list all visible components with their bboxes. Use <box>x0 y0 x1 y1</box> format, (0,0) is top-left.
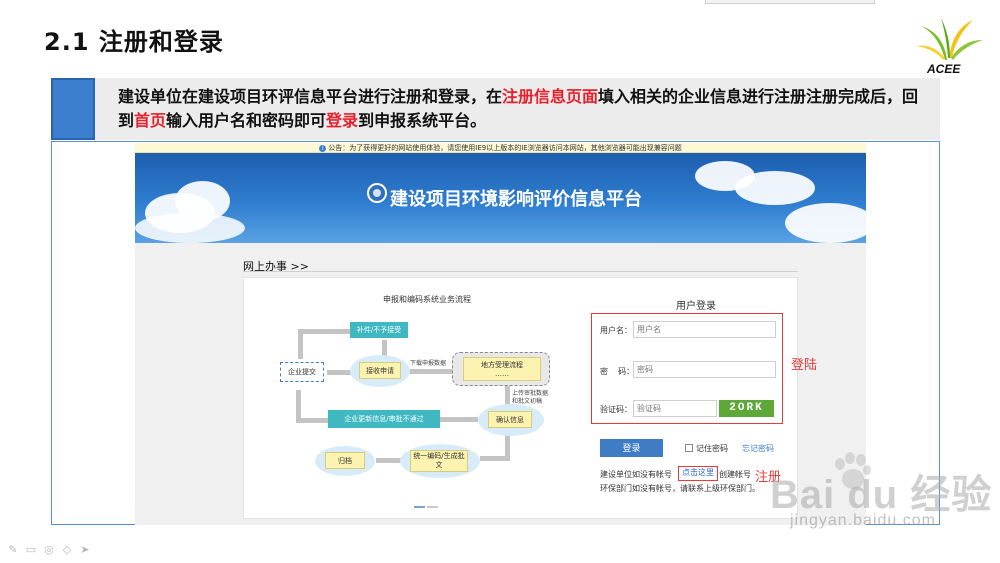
flow-node-receive: 接收申请 <box>359 362 401 379</box>
captcha-label: 验证码： <box>600 405 632 414</box>
cloud-right-2 <box>735 171 815 205</box>
top-right-frame <box>705 0 875 4</box>
login-title: 用户登录 <box>676 301 716 312</box>
username-label: 用户名： <box>600 326 632 335</box>
register-prefix: 建设单位如没有帐号 <box>600 470 672 479</box>
captcha-input[interactable] <box>633 400 717 417</box>
register-suffix: 创建帐号 <box>719 470 751 479</box>
baidu-watermark-url: jingyan.baidu.com <box>790 512 936 529</box>
carousel-dot-1[interactable] <box>414 506 425 508</box>
eraser-icon[interactable]: ◇ <box>60 543 74 557</box>
cursor-icon[interactable]: ◎ <box>42 543 56 557</box>
desc-part-4: 到申报系统平台。 <box>358 111 487 130</box>
presenter-toolbar: ✎ ▭ ◎ ◇ ➤ <box>6 543 92 557</box>
flow-arrow-update <box>440 417 478 422</box>
banner-title: 建设项目环境影响评价信息平台 <box>390 189 642 210</box>
flow-arrow-bottom-left <box>296 418 330 423</box>
section-divider <box>243 271 798 272</box>
slides-icon[interactable]: ▭ <box>24 543 38 557</box>
pen-icon[interactable]: ✎ <box>6 543 20 557</box>
register-link[interactable]: 点击这里 <box>678 466 718 481</box>
flow-node-update-info: 企业更新信息/审批不通过 <box>328 410 440 428</box>
slide-title: 2.1 注册和登录 <box>44 28 224 56</box>
description-text: 建设单位在建设项目环评信息平台进行注册和登录，在注册信息页面填入相关的企业信息进… <box>118 85 928 133</box>
cloud-left-3 <box>135 213 245 243</box>
flow-arrow-local-down <box>505 386 510 406</box>
desc-part-1: 建设单位在建设项目环评信息平台进行注册和登录，在 <box>118 87 503 106</box>
flow-arrow-left-down <box>298 329 303 359</box>
emblem-icon <box>367 183 387 203</box>
flow-label-download: 下载申报数据 <box>410 360 447 367</box>
flow-node-local-review: 地方受理流程 …… <box>463 357 541 381</box>
flow-arrow-to-local <box>408 369 454 374</box>
carousel-dot-2[interactable] <box>427 506 438 508</box>
forgot-password-link[interactable]: 忘记密码 <box>742 443 774 454</box>
flow-node-confirm: 确认信息 <box>488 411 532 428</box>
login-button[interactable]: 登录 <box>600 439 663 457</box>
site-banner: 建设项目环境影响评价信息平台 <box>135 153 866 243</box>
cloud-right-3 <box>785 203 866 243</box>
annotation-login: 登陆 <box>791 358 818 373</box>
username-input[interactable] <box>633 321 776 338</box>
desc-part-3: 输入用户名和密码即可 <box>166 111 327 130</box>
captcha-image[interactable]: 2ORK <box>719 400 774 417</box>
info-icon: i <box>319 144 327 152</box>
remember-label[interactable]: 记住密码 <box>696 443 728 454</box>
desc-highlight-login: 登录 <box>326 111 359 130</box>
remember-checkbox[interactable] <box>685 444 693 452</box>
password-label: 密 码： <box>600 367 635 376</box>
flow-node-generate: 统一编码/生成批文 <box>410 450 468 472</box>
desc-highlight-register-page: 注册信息页面 <box>502 87 599 106</box>
local-review-label: 地方受理流程 <box>481 361 523 369</box>
site-notice-bar: i 公告：为了获得更好的网站使用体验，请您使用IE9以上版本的IE浏览器访问本网站… <box>135 143 866 153</box>
flow-node-supplement: 补件/不予接受 <box>350 322 408 338</box>
flow-title: 申报和编码系统业务流程 <box>383 295 471 304</box>
password-input[interactable] <box>633 361 776 378</box>
local-review-sub: …… <box>495 370 509 378</box>
flow-node-enterprise-submit: 企业提交 <box>280 362 324 382</box>
env-dept-note: 环保部门如没有帐号，请联系上级环保部门。 <box>600 484 760 493</box>
arrow-icon[interactable]: ➤ <box>78 543 92 557</box>
flow-arrow-top <box>300 329 352 334</box>
flow-arrow-receive-down <box>382 340 387 356</box>
desc-highlight-home: 首页 <box>134 111 167 130</box>
accent-block <box>51 78 95 140</box>
flow-arrow-to-generate <box>480 456 510 461</box>
logo-text: ACEE <box>927 62 961 76</box>
flow-node-archive: 归档 <box>325 452 365 469</box>
carousel-dots[interactable] <box>414 493 440 508</box>
notice-text: 公告：为了获得更好的网站使用体验，请您使用IE9以上版本的IE浏览器访问本网站，… <box>328 144 682 152</box>
